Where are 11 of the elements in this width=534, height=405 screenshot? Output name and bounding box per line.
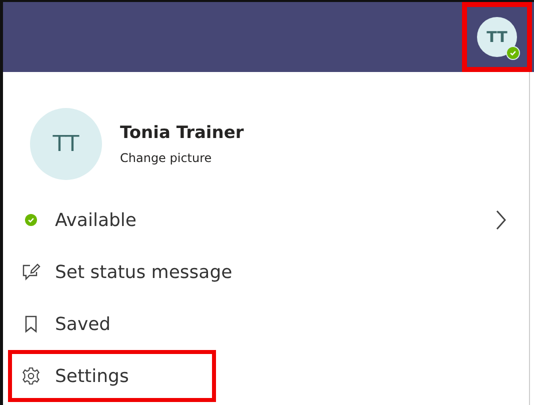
change-picture-link[interactable]: Change picture (120, 151, 244, 165)
available-status-icon (506, 46, 520, 60)
settings-icon (21, 366, 41, 386)
menu-item[interactable]: Settings (8, 350, 216, 402)
profile-avatar[interactable]: TT (30, 108, 102, 180)
menu-item[interactable]: Available (3, 194, 529, 246)
user-avatar-button[interactable]: TT (477, 17, 517, 57)
edit-message-icon (21, 262, 41, 282)
menu-item[interactable]: Set status message (3, 246, 529, 298)
menu-item[interactable]: Saved (3, 298, 529, 350)
profile-name: Tonia Trainer (120, 123, 244, 143)
